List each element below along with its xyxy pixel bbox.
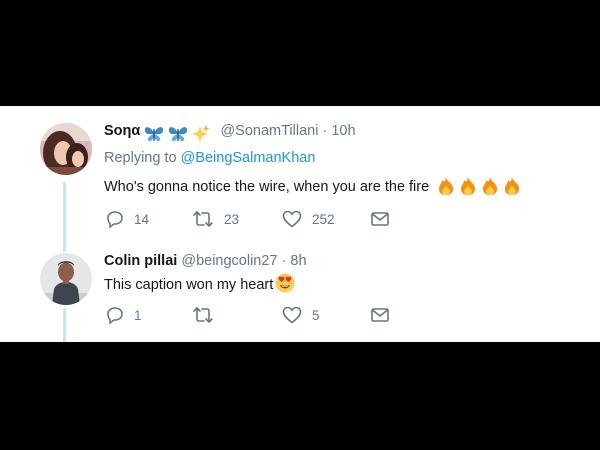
dm-button[interactable] bbox=[370, 306, 390, 324]
replying-to: Replying to @BeingSalmanKhan bbox=[104, 150, 315, 166]
tweet-actions: 14 23 252 bbox=[106, 210, 406, 230]
retweet-button[interactable] bbox=[192, 306, 224, 324]
reply-icon bbox=[107, 307, 123, 324]
dm-button[interactable] bbox=[370, 210, 390, 228]
tweet-time[interactable]: 10h bbox=[331, 123, 355, 139]
thread-line bbox=[63, 308, 66, 342]
heart-eyes-icon bbox=[275, 273, 295, 293]
tweet-time[interactable]: 8h bbox=[290, 253, 306, 269]
retweet-count: 23 bbox=[224, 211, 240, 227]
reply-icon bbox=[107, 211, 123, 228]
replying-label: Replying to bbox=[104, 150, 177, 166]
envelope-icon bbox=[371, 308, 389, 322]
butterfly-icon bbox=[145, 126, 164, 141]
mention-link[interactable]: @BeingSalmanKhan bbox=[181, 150, 316, 166]
heart-icon bbox=[282, 210, 302, 228]
reply-count: 14 bbox=[134, 211, 150, 227]
tweet-text: Who's gonna notice the wire, when you ar… bbox=[104, 177, 521, 195]
user-handle[interactable]: @beingcolin27 bbox=[181, 253, 277, 269]
fire-icon bbox=[505, 177, 520, 195]
tweet-text-content: This caption won my heart bbox=[104, 277, 274, 293]
thread-line bbox=[63, 182, 66, 252]
retweet-button[interactable]: 23 bbox=[192, 210, 239, 228]
fire-icon bbox=[461, 177, 476, 195]
retweet-icon bbox=[193, 211, 213, 227]
like-button[interactable]: 252 bbox=[282, 210, 335, 228]
name-emojis bbox=[144, 124, 210, 142]
avatar[interactable] bbox=[40, 253, 92, 305]
separator: · bbox=[322, 123, 328, 139]
tweet-text-content: Who's gonna notice the wire, when you ar… bbox=[104, 179, 430, 195]
display-name[interactable]: Colin pillai bbox=[104, 253, 177, 269]
like-count: 252 bbox=[312, 211, 335, 227]
reply-count: 1 bbox=[134, 307, 142, 323]
fire-icon bbox=[483, 177, 498, 195]
display-name[interactable]: Soηα bbox=[104, 123, 140, 139]
avatar[interactable] bbox=[40, 123, 92, 175]
tweet-thread-panel: Soηα @SonamTillani · 10h Replying to @Be… bbox=[0, 106, 600, 342]
envelope-icon bbox=[371, 212, 389, 226]
tweet-actions: 1 5 bbox=[106, 306, 406, 326]
separator: · bbox=[281, 253, 287, 269]
retweet-icon bbox=[193, 307, 213, 323]
heart-icon bbox=[282, 306, 302, 324]
user-handle[interactable]: @SonamTillani bbox=[220, 123, 318, 139]
fire-icon bbox=[439, 177, 454, 195]
butterfly-icon bbox=[169, 126, 188, 141]
reply-button[interactable]: 1 bbox=[106, 306, 142, 324]
tweet-header: Soηα @SonamTillani · 10h bbox=[104, 123, 356, 142]
like-button[interactable]: 5 bbox=[282, 306, 320, 324]
tweet-text: This caption won my heart bbox=[104, 273, 295, 293]
tweet-emojis bbox=[437, 177, 521, 195]
reply-button[interactable]: 14 bbox=[106, 210, 149, 228]
sparkles-icon bbox=[192, 124, 210, 142]
like-count: 5 bbox=[312, 307, 320, 323]
tweet-header: Colin pillai @beingcolin27 · 8h bbox=[104, 253, 307, 269]
